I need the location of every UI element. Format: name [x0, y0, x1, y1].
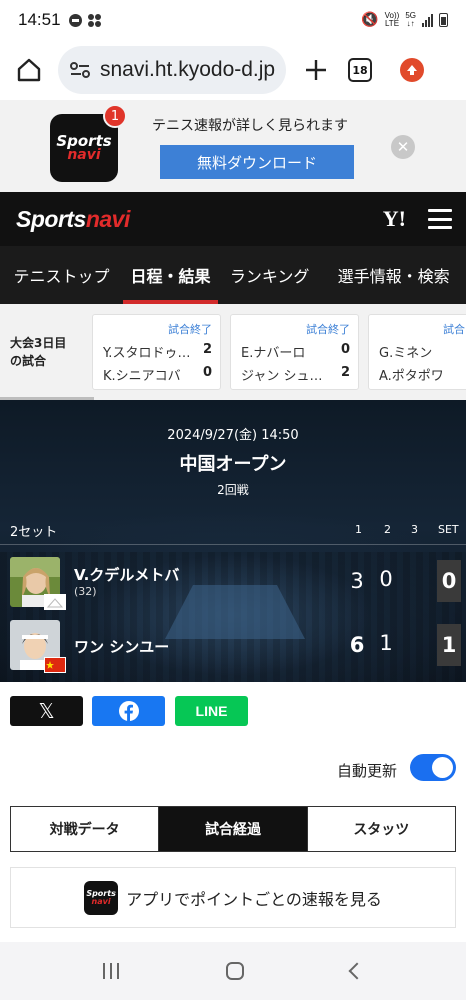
match-detail-tabs: 対戦データ 試合経過 スタッツ	[10, 806, 456, 852]
set-3-header: 3	[411, 523, 418, 536]
system-navigation-bar	[0, 942, 466, 1000]
match-format: 2セット	[10, 525, 58, 540]
player-1-seed: (32)	[74, 585, 97, 598]
set-1-header: 1	[355, 523, 362, 536]
back-button[interactable]	[348, 962, 366, 980]
home-nav-button[interactable]	[225, 962, 244, 980]
tab-schedule-results[interactable]: 日程・結果	[122, 246, 219, 304]
address-bar[interactable]: snavi.ht.kyodo-d.jp	[58, 46, 286, 94]
player-score: 0	[202, 365, 212, 380]
player-2-flag-icon	[44, 657, 66, 673]
player-2-name[interactable]: ワン シンユー	[74, 636, 169, 657]
share-facebook-button[interactable]	[92, 696, 165, 726]
player-score: 0	[340, 342, 350, 357]
sportsnavi-app-icon: Sports navi	[84, 880, 119, 915]
sportsnavi-logo[interactable]: Sportsnavi	[16, 206, 130, 233]
tab-head-to-head[interactable]: 対戦データ	[11, 807, 160, 851]
match-card[interactable]: 試合終了 E.ナバーロ 0 ジャン シュ… 2	[230, 314, 359, 390]
notification-badge: 1	[103, 104, 127, 128]
player-1-flag-icon	[44, 594, 66, 610]
app-promo-button[interactable]: Sports navi アプリでポイントごとの速報を見る	[10, 867, 456, 928]
match-day-strip: 大会3日目 の試合 試合終了 Y.スタロドゥ… 2 K.シニアコバ 0 試合終了 E…	[0, 304, 466, 400]
match-card[interactable]: 試合終了 Y.スタロドゥ… 2 K.シニアコバ 0	[92, 314, 221, 390]
player-name: K.シニアコバ	[103, 369, 181, 384]
share-line-button[interactable]: LINE	[175, 696, 248, 726]
tab-match-progress[interactable]: 試合経過	[159, 807, 308, 851]
status-bar: 14:51 🔇 Vo)) LTE 5G ↓↑	[0, 0, 466, 40]
match-datetime: 2024/9/27(金) 14:50	[167, 428, 299, 443]
player-score: 2	[202, 342, 212, 357]
player-2-set-1: 6	[349, 633, 365, 657]
status-time: 14:51	[18, 10, 61, 29]
site-settings-icon[interactable]	[68, 58, 92, 82]
battery-icon	[439, 13, 448, 27]
player-name: Y.スタロドゥ…	[103, 346, 191, 361]
arrow-up-icon	[407, 65, 417, 75]
5g-indicator: 5G ↓↑	[405, 11, 416, 28]
facebook-icon	[118, 701, 139, 721]
player-score: 2	[340, 365, 350, 380]
match-round: 2回戦	[217, 483, 249, 497]
tournament-name: 中国オープン	[179, 454, 287, 475]
tennis-nav-tabs: テニストップ 日程・結果 ランキング 選手情報・検索	[0, 246, 466, 304]
tab-stats[interactable]: スタッツ	[308, 807, 455, 851]
x-icon: 𝕏	[38, 699, 55, 723]
tab-switcher-button[interactable]: 18	[348, 58, 372, 82]
match-scoreboard: 2024/9/27(金) 14:50 中国オープン 2回戦 2セット 1 2 3…	[0, 400, 466, 682]
player-2-set-2: 1	[379, 631, 393, 655]
browser-update-button[interactable]	[400, 58, 424, 82]
divider	[0, 544, 466, 545]
tab-player-search[interactable]: 選手情報・検索	[321, 246, 466, 304]
share-x-button[interactable]: 𝕏	[10, 696, 83, 726]
app-download-banner: Sports navi 1 テニス速報が詳しく見られます 無料ダウンロード ✕	[0, 100, 466, 192]
mute-icon: 🔇	[361, 11, 379, 28]
set-total-header: SET	[438, 523, 459, 536]
day-label: 大会3日目 の試合	[10, 336, 67, 368]
match-status: 試合終了	[306, 323, 350, 336]
recents-button[interactable]	[103, 963, 120, 979]
set-2-header: 2	[384, 523, 391, 536]
player-2-sets-won: 1	[437, 624, 461, 666]
menu-icon[interactable]	[428, 209, 452, 229]
close-icon: ✕	[396, 138, 410, 156]
player-name: ジャン シュ…	[241, 369, 323, 384]
match-status: 試合	[443, 323, 465, 336]
plus-icon	[306, 60, 326, 80]
player-1-sets-won: 0	[437, 560, 461, 602]
home-button[interactable]	[0, 40, 58, 100]
auto-update-label: 自動更新	[337, 762, 398, 780]
match-status: 試合終了	[168, 323, 212, 336]
close-banner-button[interactable]: ✕	[391, 135, 415, 159]
player-name: A.ポタポワ	[379, 369, 444, 384]
player-name: G.ミネン	[379, 346, 433, 361]
player-1-name[interactable]: V.クデルメトバ	[74, 564, 179, 585]
tab-rankings[interactable]: ランキング	[218, 246, 321, 304]
toggle-knob	[432, 757, 453, 778]
player-name: E.ナバーロ	[241, 346, 306, 361]
free-download-button[interactable]: 無料ダウンロード	[160, 145, 354, 179]
volte-indicator: Vo)) LTE	[384, 11, 400, 28]
auto-update-toggle[interactable]	[410, 754, 456, 781]
match-card[interactable]: 試合 G.ミネン A.ポタポワ	[368, 314, 466, 390]
player-1-set-2: 0	[379, 567, 393, 591]
app-promo-text: アプリでポイントごとの速報を見る	[126, 889, 382, 909]
browser-toolbar: snavi.ht.kyodo-d.jp 18	[0, 40, 466, 100]
app-grid-icon	[87, 13, 101, 27]
home-icon	[17, 58, 41, 82]
do-not-disturb-icon	[68, 13, 82, 27]
new-tab-button[interactable]	[286, 59, 346, 81]
tab-tennis-top[interactable]: テニストップ	[0, 246, 123, 304]
url-text: snavi.ht.kyodo-d.jp	[100, 58, 276, 81]
player-1-set-1: 3	[350, 569, 364, 593]
site-header: Sportsnavi Y!	[0, 192, 466, 246]
yahoo-logo[interactable]: Y!	[383, 206, 406, 232]
signal-icon	[422, 13, 433, 27]
banner-headline: テニス速報が詳しく見られます	[152, 118, 348, 134]
